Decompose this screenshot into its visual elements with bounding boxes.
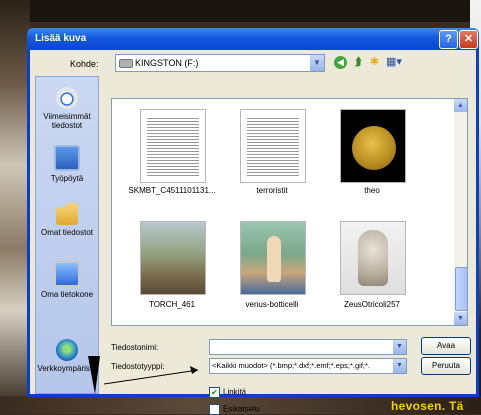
annotation-arrowhead <box>190 366 198 374</box>
hand-drawn-marker <box>88 356 100 394</box>
annotation-arrow-line <box>103 369 199 385</box>
annotation-overlay <box>88 356 199 394</box>
